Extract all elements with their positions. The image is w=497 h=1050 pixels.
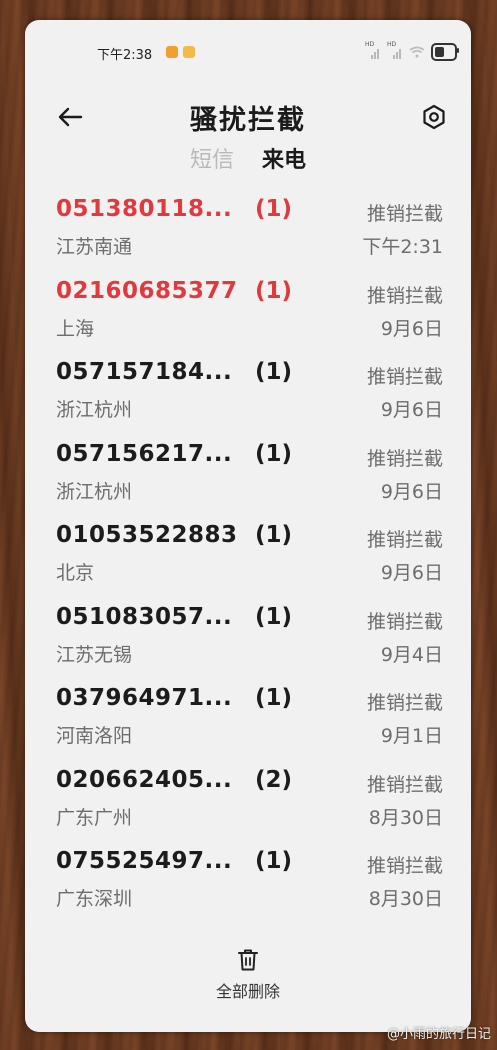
block-type: 推销拦截 (366, 692, 443, 714)
call-count: (1) (255, 359, 293, 385)
phone-screen: 下午2:38 HD HD 骚扰拦截 短信 来电 051380118... (1)… (25, 20, 471, 1032)
caller-location: 广东深圳 (56, 888, 133, 910)
phone-number: 020662405... (56, 766, 233, 793)
phone-number: 051380118... (56, 196, 233, 222)
list-item[interactable]: 057157184... (1) 浙江杭州 推销拦截 9月6日 (25, 355, 471, 437)
call-time: 下午2:31 (362, 236, 443, 258)
settings-button[interactable] (419, 102, 449, 132)
call-time: 9月6日 (380, 562, 443, 584)
caller-location: 广东广州 (56, 806, 133, 829)
signal-icon: HD (365, 41, 381, 59)
call-time: 9月6日 (380, 317, 443, 340)
call-count: (1) (255, 685, 293, 711)
block-type: 推销拦截 (366, 855, 443, 877)
call-time: 8月30日 (368, 806, 443, 829)
block-type: 推销拦截 (366, 366, 443, 388)
phone-number: 01053522883 (56, 522, 238, 548)
caller-location: 河南洛阳 (56, 725, 133, 747)
caller-location: 浙江杭州 (56, 399, 133, 421)
call-time: 8月30日 (368, 888, 443, 910)
delete-all-button[interactable]: 全部删除 (25, 948, 471, 1002)
call-time: 9月6日 (380, 399, 443, 421)
notification-app-icon (166, 46, 178, 58)
list-item[interactable]: 057156217... (1) 浙江杭州 推销拦截 9月6日 (25, 437, 471, 519)
settings-icon (423, 104, 445, 130)
watermark: @小雨的旅行日记 (386, 1027, 491, 1042)
caller-location: 浙江杭州 (56, 480, 133, 503)
tab-sms[interactable]: 短信 (190, 142, 234, 174)
call-time: 9月4日 (380, 643, 443, 666)
caller-location: 江苏南通 (56, 236, 133, 258)
list-item[interactable]: 051083057... (1) 江苏无锡 推销拦截 9月4日 (25, 600, 471, 682)
list-item[interactable]: 02160685377 (1) 上海 推销拦截 9月6日 (25, 274, 471, 356)
list-item[interactable]: 020662405... (2) 广东广州 推销拦截 8月30日 (25, 763, 471, 845)
list-item[interactable]: 075525497... (1) 广东深圳 推销拦截 8月30日 (25, 844, 471, 926)
list-item[interactable]: 01053522883 (1) 北京 推销拦截 9月6日 (25, 518, 471, 600)
trash-icon (238, 949, 258, 971)
phone-number: 051083057... (56, 603, 233, 630)
header: 骚扰拦截 (25, 92, 471, 142)
phone-number: 02160685377 (56, 277, 238, 304)
signal-icon: HD (387, 41, 403, 59)
block-type: 推销拦截 (366, 203, 443, 225)
phone-number: 037964971... (56, 685, 233, 711)
call-count: (1) (255, 848, 293, 874)
battery-icon (431, 43, 459, 61)
tab-calls[interactable]: 来电 (262, 142, 306, 174)
call-count: (2) (255, 766, 293, 793)
list-item[interactable]: 037964971... (1) 河南洛阳 推销拦截 9月1日 (25, 681, 471, 763)
call-count: (1) (255, 522, 293, 548)
call-time: 9月6日 (380, 480, 443, 503)
caller-location: 北京 (56, 562, 95, 584)
status-bar: 下午2:38 HD HD (25, 41, 471, 64)
blocked-calls-list: 051380118... (1) 江苏南通 推销拦截 下午2:31 021606… (25, 192, 471, 926)
call-count: (1) (255, 277, 293, 304)
hd-badge: HD (387, 41, 397, 48)
call-count: (1) (255, 440, 293, 467)
hd-badge: HD (365, 41, 375, 48)
block-type: 推销拦截 (366, 610, 443, 633)
status-time: 下午2:38 (97, 48, 153, 63)
caller-location: 江苏无锡 (56, 643, 133, 666)
block-type: 推销拦截 (366, 773, 443, 796)
call-count: (1) (255, 196, 293, 222)
block-type: 推销拦截 (366, 284, 443, 307)
list-item[interactable]: 051380118... (1) 江苏南通 推销拦截 下午2:31 (25, 192, 471, 274)
delete-all-label: 全部删除 (215, 982, 280, 1001)
call-count: (1) (255, 603, 293, 630)
page-title: 骚扰拦截 (190, 105, 306, 136)
tab-bar: 短信 来电 (25, 142, 471, 174)
wifi-icon (409, 46, 425, 58)
block-type: 推销拦截 (366, 447, 443, 470)
caller-location: 上海 (56, 317, 95, 340)
phone-number: 075525497... (56, 848, 233, 874)
phone-number: 057156217... (56, 440, 233, 467)
call-time: 9月1日 (380, 725, 443, 747)
block-type: 推销拦截 (366, 529, 443, 551)
phone-number: 057157184... (56, 359, 233, 385)
notification-app-icon (183, 46, 195, 58)
